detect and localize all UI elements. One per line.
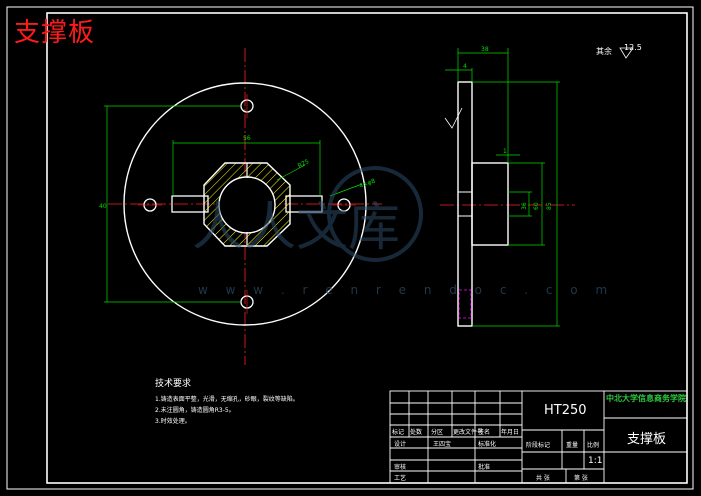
tb-row-review-label: 审核 xyxy=(394,464,407,471)
tb-row-process-label: 工艺 xyxy=(394,475,407,482)
watermark-url: w w w . r e n r e n d o c . c o m xyxy=(198,283,615,297)
tb-row-design-extra: 标准化 xyxy=(478,441,497,448)
tb-col-count: 处数 xyxy=(410,429,423,436)
tb-material: HT250 xyxy=(544,403,587,418)
roughness-label: 其余 xyxy=(596,47,612,56)
dim-side-top: 4 xyxy=(463,63,467,70)
dim-front-height: 40 xyxy=(99,203,107,210)
dim-side-small: 1 xyxy=(503,148,507,155)
dim-front-radius: R25 xyxy=(297,158,311,170)
dim-side-h2: 36 xyxy=(521,202,528,210)
tb-row-design-label: 设计 xyxy=(394,441,407,448)
tb-stage-label: 阶段标记 xyxy=(526,442,551,449)
tech-req-item: 2.未注圆角，铸造圆角R3-5。 xyxy=(155,407,235,414)
tb-sheet-number: 第 张 xyxy=(574,475,588,482)
tb-row-process-extra: 批准 xyxy=(478,464,491,471)
tb-col-sign: 签名 xyxy=(478,429,491,436)
tb-scale-value: 1:1 xyxy=(588,456,603,466)
tb-col-mark: 标记 xyxy=(392,429,405,436)
tb-col-date: 年月日 xyxy=(501,429,520,436)
dim-side-h1: 60 xyxy=(533,202,540,210)
tb-col-zone: 分区 xyxy=(431,429,444,436)
tb-part-name: 支撑板 xyxy=(627,432,667,447)
dim-hole-label: 4×φ8 xyxy=(358,178,376,190)
side-boss xyxy=(471,162,509,246)
tb-organization: 中北大学信息商务学院 xyxy=(606,394,686,403)
tech-req-item: 3.时效处理。 xyxy=(155,418,191,425)
cad-drawing-canvas: 56 40 R25 4×φ8 38 4 1 85 60 36 人人文库 xyxy=(6,6,694,490)
tech-req-item: 1.铸造表面平整，光滑，无缩孔，砂眼，裂纹等缺陷。 xyxy=(155,396,299,403)
drawing-title: 支撑板 xyxy=(14,18,96,48)
dim-side-width: 38 xyxy=(481,46,489,53)
technical-requirements: 技术要求 1.铸造表面平整，光滑，无缩孔，砂眼，裂纹等缺陷。 2.未注圆角，铸造… xyxy=(155,376,299,427)
dim-front-width: 56 xyxy=(243,135,251,142)
tech-req-heading: 技术要求 xyxy=(155,379,192,389)
svg-text:人人文库: 人人文库 xyxy=(192,198,400,258)
roughness-value: 12.5 xyxy=(624,43,642,52)
tb-weight-label: 重量 xyxy=(566,442,579,449)
dim-side-total: 85 xyxy=(546,202,553,210)
tb-sheets-total: 共 张 xyxy=(536,475,550,482)
tb-scale-label: 比例 xyxy=(587,442,600,449)
tb-row-design-name: 王四宝 xyxy=(433,441,452,448)
